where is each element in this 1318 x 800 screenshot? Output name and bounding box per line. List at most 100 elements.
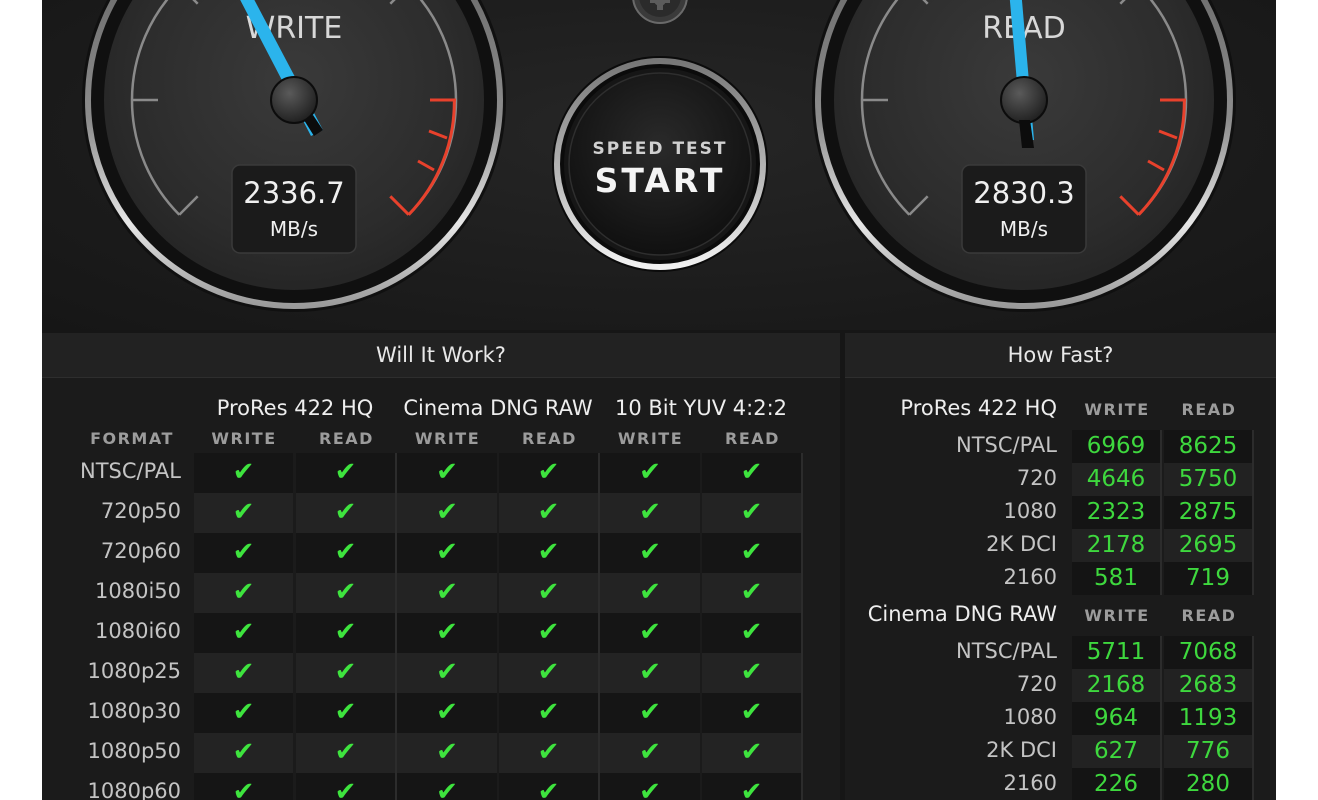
checkmark-icon: ✔	[702, 453, 803, 493]
read-fps-value: 2695	[1164, 529, 1254, 562]
write-fps-value: 581	[1072, 562, 1162, 595]
checkmark-icon: ✔	[194, 493, 294, 533]
resolution-row-label: 720	[1016, 672, 1057, 696]
write-fps-value: 226	[1072, 768, 1162, 800]
settings-button[interactable]	[632, 0, 688, 24]
checkmark-icon: ✔	[600, 693, 701, 733]
checkmark-icon: ✔	[702, 773, 803, 800]
write-gauge-hub	[270, 76, 318, 124]
checkmark-icon: ✔	[296, 533, 397, 573]
start-button-label: START	[595, 161, 726, 200]
checkmark-icon: ✔	[397, 773, 498, 800]
write-fps-value: 627	[1072, 735, 1162, 768]
format-group-heading: ProRes 422 HQ	[216, 396, 374, 420]
read-fps-value: 719	[1164, 562, 1254, 595]
checkmark-icon: ✔	[499, 653, 600, 693]
resolution-row-label: 720	[1016, 466, 1057, 490]
checkmark-icon: ✔	[600, 733, 701, 773]
checkmark-icon: ✔	[499, 533, 600, 573]
checkmark-icon: ✔	[499, 773, 600, 800]
read-fps-value: 2875	[1164, 496, 1254, 529]
gauge-panel-graphics: WRITE 2336.7 MB/s 2830.3 MB/s SPEED TEST…	[82, 0, 1236, 312]
checkmark-icon: ✔	[499, 493, 600, 533]
write-fps-value: 964	[1072, 702, 1162, 735]
checkmark-icon: ✔	[397, 573, 498, 613]
read-column-header: READ	[319, 429, 374, 448]
read-column-header: READ	[1181, 400, 1237, 419]
format-row-label: 1080p50	[87, 739, 182, 763]
checkmark-icon: ✔	[702, 613, 803, 653]
checkmark-icon: ✔	[296, 773, 397, 800]
codec-section-title: Cinema DNG RAW	[867, 602, 1057, 626]
checkmark-icon: ✔	[702, 573, 803, 613]
resolution-row-label: 2K DCI	[986, 532, 1057, 556]
checkmark-icon: ✔	[194, 733, 294, 773]
write-column-header: WRITE	[617, 429, 684, 448]
checkmark-icon: ✔	[702, 693, 803, 733]
write-fps-value: 2323	[1072, 496, 1162, 529]
write-speed-unit: MB/s	[270, 217, 318, 241]
checkmark-icon: ✔	[296, 493, 397, 533]
checkmark-icon: ✔	[600, 573, 701, 613]
format-row-label: 720p50	[100, 499, 181, 523]
checkmark-icon: ✔	[194, 773, 294, 800]
write-fps-value: 4646	[1072, 463, 1162, 496]
write-column-header: WRITE	[211, 429, 277, 448]
read-gauge: READ 2830.3 MB/s	[812, 0, 1236, 312]
read-column-header: READ	[1181, 606, 1237, 625]
checkmark-icon: ✔	[296, 653, 397, 693]
resolution-row-label: 2160	[1003, 565, 1057, 589]
read-fps-value: 280	[1164, 768, 1254, 800]
format-row-label: 1080i50	[95, 579, 181, 603]
checkmark-icon: ✔	[296, 573, 397, 613]
read-fps-value: 1193	[1164, 702, 1254, 735]
resolution-row-label: 1080	[1003, 499, 1057, 523]
checkmark-icon: ✔	[296, 733, 397, 773]
write-fps-value: 5711	[1072, 636, 1162, 669]
read-fps-value: 2683	[1164, 669, 1254, 702]
read-fps-value: 7068	[1164, 636, 1254, 669]
read-speed-value: 2830.3	[973, 176, 1074, 210]
checkmark-icon: ✔	[702, 733, 803, 773]
format-row-label: 1080p60	[87, 779, 182, 800]
checkmark-icon: ✔	[499, 573, 600, 613]
write-speed-value: 2336.7	[243, 176, 344, 210]
write-column-header: WRITE	[414, 429, 481, 448]
checkmark-icon: ✔	[397, 533, 498, 573]
checkmark-icon: ✔	[397, 693, 498, 733]
checkmark-icon: ✔	[194, 533, 294, 573]
checkmark-icon: ✔	[397, 493, 498, 533]
format-row-label: 1080p30	[87, 699, 182, 723]
resolution-row-label: 2160	[1003, 771, 1057, 795]
checkmark-icon: ✔	[600, 493, 701, 533]
checkmark-icon: ✔	[600, 613, 701, 653]
checkmark-icon: ✔	[499, 693, 600, 733]
checkmark-icon: ✔	[397, 733, 498, 773]
checkmark-icon: ✔	[397, 453, 498, 493]
resolution-row-label: 2K DCI	[986, 738, 1057, 762]
format-row-label: 720p60	[100, 539, 181, 563]
resolution-row-label: 1080	[1003, 705, 1057, 729]
checkmark-icon: ✔	[397, 653, 498, 693]
checkmark-icon: ✔	[499, 453, 600, 493]
speed-test-start-button[interactable]: SPEED TEST START	[552, 56, 768, 272]
checkmark-icon: ✔	[600, 773, 701, 800]
format-group-heading: Cinema DNG RAW	[403, 396, 593, 420]
checkmark-icon: ✔	[194, 693, 294, 733]
write-column-header: WRITE	[1084, 606, 1150, 625]
checkmark-icon: ✔	[194, 573, 294, 613]
start-button-subtitle: SPEED TEST	[592, 139, 727, 159]
checkmark-icon: ✔	[702, 493, 803, 533]
resolution-row-label: NTSC/PAL	[956, 639, 1057, 663]
resolution-row-label: NTSC/PAL	[956, 433, 1057, 457]
read-speed-unit: MB/s	[1000, 217, 1048, 241]
checkmark-icon: ✔	[397, 613, 498, 653]
write-gauge: WRITE 2336.7 MB/s	[82, 0, 506, 312]
read-fps-value: 5750	[1164, 463, 1254, 496]
write-column-header: WRITE	[1084, 400, 1150, 419]
format-row-label: 1080p25	[87, 659, 182, 683]
write-fps-value: 6969	[1072, 430, 1162, 463]
write-fps-value: 2178	[1072, 529, 1162, 562]
checkmark-icon: ✔	[194, 613, 294, 653]
will-it-work-title: Will It Work?	[42, 333, 840, 378]
